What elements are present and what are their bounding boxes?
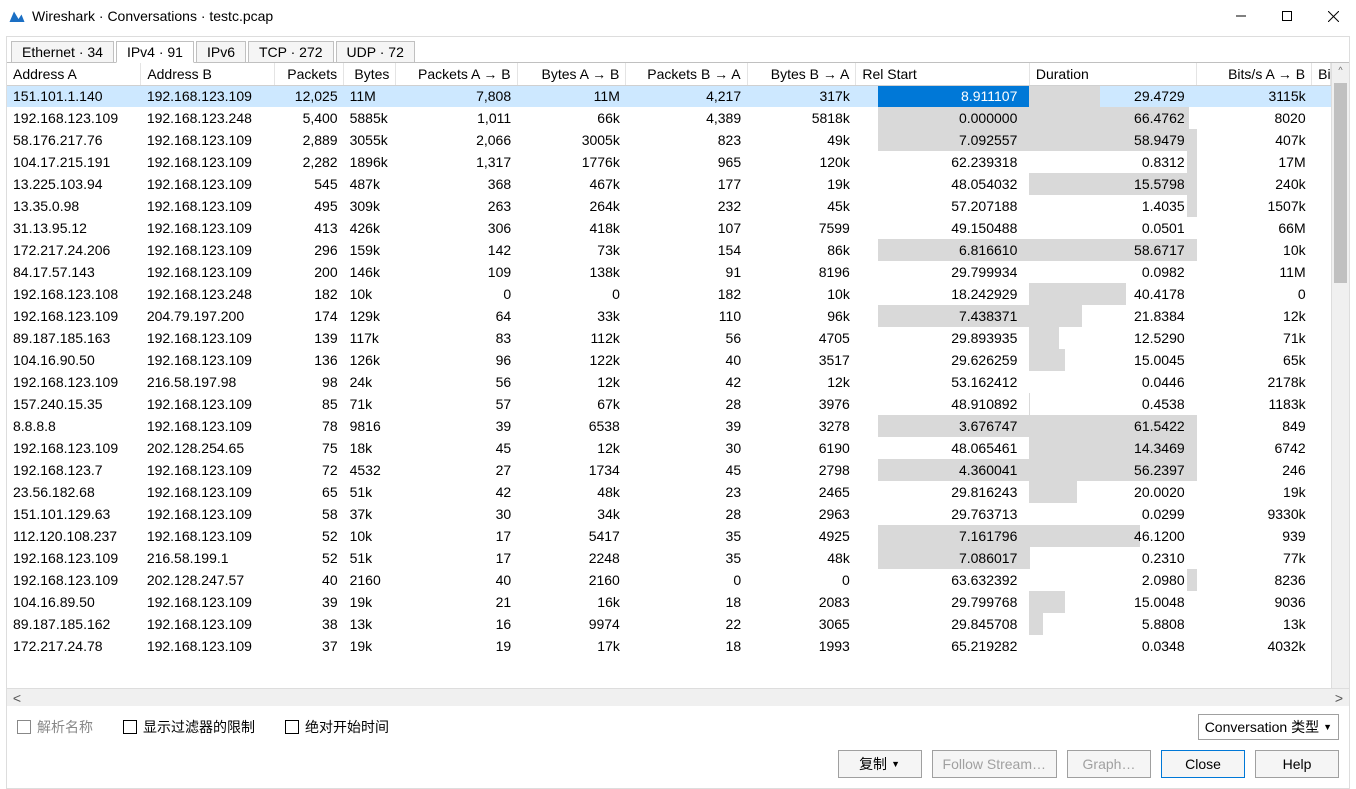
protocol-tabs: Ethernet · 34IPv4 · 91IPv6TCP · 272UDP ·… <box>7 37 1349 63</box>
maximize-button[interactable] <box>1264 0 1310 32</box>
table-row[interactable]: 192.168.123.109216.58.197.989824k5612k42… <box>7 371 1331 393</box>
col-header[interactable]: Address B <box>141 63 275 85</box>
table-row[interactable]: 172.217.24.78192.168.123.1093719k1917k18… <box>7 635 1331 657</box>
help-button[interactable]: Help <box>1255 750 1339 778</box>
close-dialog-button[interactable]: Close <box>1161 750 1245 778</box>
scrollbar-thumb[interactable] <box>1334 83 1347 283</box>
window-title: Wireshark · Conversations · testc.pcap <box>32 8 1218 24</box>
resolve-names-label: 解析名称 <box>37 717 93 737</box>
table-row[interactable]: 31.13.95.12192.168.123.109413426k306418k… <box>7 217 1331 239</box>
vertical-scrollbar[interactable]: ^ <box>1331 63 1349 688</box>
table-row[interactable]: 89.187.185.162192.168.123.1093813k169974… <box>7 613 1331 635</box>
absolute-start-checkbox[interactable]: 绝对开始时间 <box>285 717 389 737</box>
table-row[interactable]: 192.168.123.109192.168.123.2485,4005885k… <box>7 107 1331 129</box>
wireshark-icon <box>8 7 26 25</box>
table-row[interactable]: 192.168.123.109216.58.199.15251k17224835… <box>7 547 1331 569</box>
table-row[interactable]: 192.168.123.109204.79.197.200174129k6433… <box>7 305 1331 327</box>
col-header[interactable]: Rel Start <box>856 63 1030 85</box>
horizontal-scrollbar[interactable]: < > <box>7 688 1349 706</box>
table-row[interactable]: 151.101.129.63192.168.123.1095837k3034k2… <box>7 503 1331 525</box>
scroll-right-icon[interactable]: > <box>1331 691 1347 705</box>
table-row[interactable]: 192.168.123.109202.128.247.5740216040216… <box>7 569 1331 591</box>
scroll-left-icon[interactable]: < <box>9 691 25 705</box>
col-header[interactable]: Packets <box>275 63 344 85</box>
limit-filter-label: 显示过滤器的限制 <box>143 717 255 737</box>
graph-button: Graph… <box>1067 750 1151 778</box>
col-header[interactable]: Bytes A → B <box>517 63 626 85</box>
table-row[interactable]: 104.17.215.191192.168.123.1092,2821896k1… <box>7 151 1331 173</box>
titlebar: Wireshark · Conversations · testc.pcap <box>0 0 1356 32</box>
table-row[interactable]: 8.8.8.8192.168.123.109789816396538393278… <box>7 415 1331 437</box>
table-row[interactable]: 23.56.182.68192.168.123.1096551k4248k232… <box>7 481 1331 503</box>
table-row[interactable]: 58.176.217.76192.168.123.1092,8893055k2,… <box>7 129 1331 151</box>
table-row[interactable]: 89.187.185.163192.168.123.109139117k8311… <box>7 327 1331 349</box>
resolve-names-checkbox[interactable]: 解析名称 <box>17 717 93 737</box>
col-header[interactable]: Duration <box>1029 63 1196 85</box>
tab-tcp[interactable]: TCP · 272 <box>248 41 334 63</box>
table-row[interactable]: 13.35.0.98192.168.123.109495309k263264k2… <box>7 195 1331 217</box>
table-row[interactable]: 192.168.123.7192.168.123.109724532271734… <box>7 459 1331 481</box>
tab-ethernet[interactable]: Ethernet · 34 <box>11 41 114 63</box>
conversations-table[interactable]: Address AAddress BPacketsBytesPackets A … <box>7 63 1331 688</box>
col-header[interactable]: Bytes <box>344 63 396 85</box>
col-header[interactable]: Bits/s A → B <box>1197 63 1312 85</box>
copy-button[interactable]: 复制▼ <box>838 750 922 778</box>
close-button[interactable] <box>1310 0 1356 32</box>
chevron-down-icon: ▼ <box>891 759 900 769</box>
col-header[interactable]: Bytes B → A <box>747 63 856 85</box>
table-row[interactable]: 192.168.123.108192.168.123.24818210k0018… <box>7 283 1331 305</box>
chevron-down-icon: ▼ <box>1323 722 1332 732</box>
limit-filter-checkbox[interactable]: 显示过滤器的限制 <box>123 717 255 737</box>
table-row[interactable]: 84.17.57.143192.168.123.109200146k109138… <box>7 261 1331 283</box>
conversation-type-dropdown[interactable]: Conversation 类型▼ <box>1198 714 1339 740</box>
table-row[interactable]: 13.225.103.94192.168.123.109545487k36846… <box>7 173 1331 195</box>
table-row[interactable]: 104.16.89.50192.168.123.1093919k2116k182… <box>7 591 1331 613</box>
col-header[interactable]: Packets B → A <box>626 63 747 85</box>
col-header[interactable]: Packets A → B <box>396 63 517 85</box>
table-row[interactable]: 151.101.1.140192.168.123.10912,02511M7,8… <box>7 85 1331 107</box>
table-row[interactable]: 157.240.15.35192.168.123.1098571k5767k28… <box>7 393 1331 415</box>
minimize-button[interactable] <box>1218 0 1264 32</box>
col-header[interactable]: Bi <box>1312 63 1331 85</box>
tab-udp[interactable]: UDP · 72 <box>336 41 415 63</box>
table-row[interactable]: 112.120.108.237192.168.123.1095210k17541… <box>7 525 1331 547</box>
table-row[interactable]: 192.168.123.109202.128.254.657518k4512k3… <box>7 437 1331 459</box>
absolute-start-label: 绝对开始时间 <box>305 717 389 737</box>
table-row[interactable]: 104.16.90.50192.168.123.109136126k96122k… <box>7 349 1331 371</box>
table-row[interactable]: 172.217.24.206192.168.123.109296159k1427… <box>7 239 1331 261</box>
follow-stream-button: Follow Stream… <box>932 750 1057 778</box>
tab-ipv6[interactable]: IPv6 <box>196 41 246 63</box>
dialog-buttons: 复制▼ Follow Stream… Graph… Close Help <box>7 744 1349 788</box>
table-header-row: Address AAddress BPacketsBytesPackets A … <box>7 63 1331 85</box>
col-header[interactable]: Address A <box>7 63 141 85</box>
tab-ipv4[interactable]: IPv4 · 91 <box>116 41 194 63</box>
